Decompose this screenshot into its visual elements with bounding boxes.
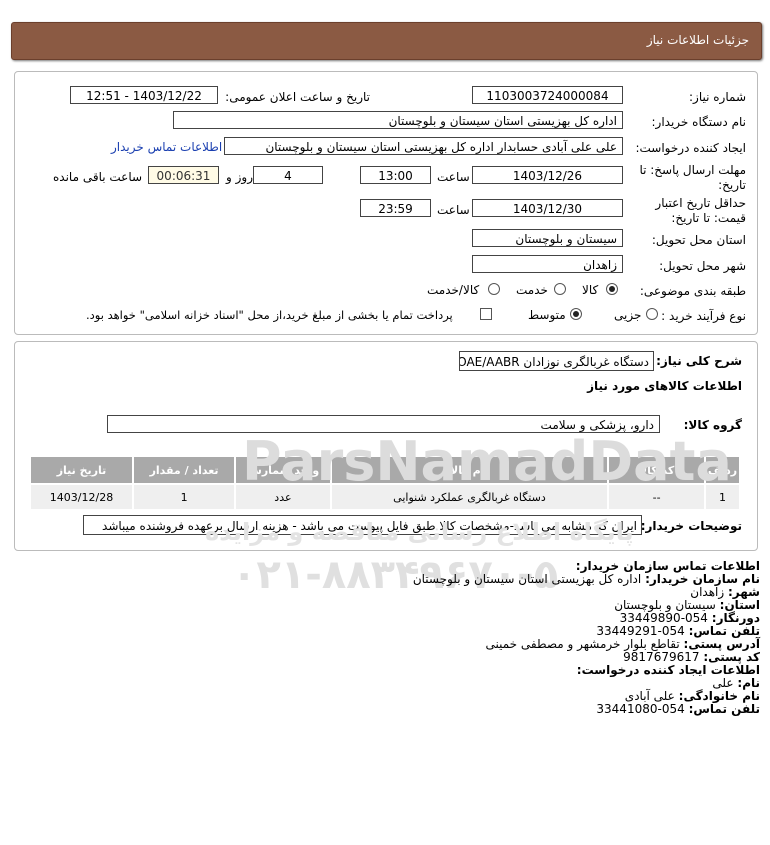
buyer-notes-field: ایران کد مشابه می باشد-مشخصات کالا طبق ف… bbox=[83, 515, 642, 535]
goods-group-field: دارو، پزشکی و سلامت bbox=[107, 415, 660, 433]
cell-unit: عدد bbox=[234, 483, 332, 511]
time-remaining-label: ساعت باقی مانده bbox=[53, 170, 143, 184]
time-remaining-field: 00:06:31 bbox=[148, 166, 219, 184]
general-desc-field: دستگاه غربالگری نوزادان OAE/AABR bbox=[459, 351, 654, 371]
days-remaining-field: 4 bbox=[253, 166, 323, 184]
cell-row: 1 bbox=[704, 483, 741, 511]
need-number-field: 1103003724000084 bbox=[472, 86, 623, 104]
deadline-date-field: 1403/12/26 bbox=[472, 166, 623, 184]
goods-info-title: اطلاعات کالاهای مورد نیاز bbox=[587, 379, 742, 393]
contact-section: اطلاعات تماس سازمان خریدار: نام سازمان خ… bbox=[413, 560, 760, 716]
buyer-notes-label: توضیحات خریدار: bbox=[640, 519, 742, 533]
category-radio-goods-service[interactable] bbox=[488, 283, 500, 295]
goods-table-header: ردیف کد کالا نام کالا واحد شمارش تعداد /… bbox=[28, 455, 741, 485]
page-title: جزئیات اطلاعات نیاز bbox=[646, 33, 749, 47]
general-desc-label: شرح کلی نیاز: bbox=[656, 354, 742, 368]
deadline-label-date: تاریخ: bbox=[718, 178, 746, 192]
announce-field: 1403/12/22 - 12:51 bbox=[70, 86, 218, 104]
city-field: زاهدان bbox=[472, 255, 623, 273]
validity-time-label: ساعت bbox=[437, 203, 470, 217]
buyer-contact-link[interactable]: اطلاعات تماس خریدار bbox=[111, 140, 222, 154]
category-goods-service-label: کالا/خدمت bbox=[427, 283, 480, 297]
buyer-label: نام دستگاه خریدار: bbox=[651, 115, 747, 129]
table-row: 1 -- دستگاه غربالگری عملکرد شنوایی عدد 1… bbox=[28, 483, 741, 511]
category-goods-label: کالا bbox=[582, 283, 599, 297]
treasury-note: پرداخت تمام یا بخشی از مبلغ خرید،از محل … bbox=[86, 308, 453, 322]
col-unit: واحد شمارش bbox=[234, 455, 332, 485]
deadline-time-field: 13:00 bbox=[360, 166, 431, 184]
col-row: ردیف bbox=[704, 455, 741, 485]
city-label: شهر محل تحویل: bbox=[659, 259, 746, 273]
cell-date: 1403/12/28 bbox=[28, 483, 135, 511]
col-code: کد کالا bbox=[607, 455, 707, 485]
process-label: نوع فرآیند خرید : bbox=[661, 309, 746, 323]
process-medium-label: متوسط bbox=[528, 308, 566, 322]
deadline-label: مهلت ارسال پاسخ: تا bbox=[639, 163, 746, 177]
goods-table: ردیف کد کالا نام کالا واحد شمارش تعداد /… bbox=[28, 455, 741, 511]
cell-code: -- bbox=[607, 483, 707, 511]
announce-label: تاریخ و ساعت اعلان عمومی: bbox=[225, 90, 370, 104]
treasury-checkbox[interactable] bbox=[480, 308, 492, 320]
validity-label-date: قیمت: تا تاریخ: bbox=[671, 211, 746, 225]
buyer-field: اداره کل بهزیستی استان سیستان و بلوچستان bbox=[173, 111, 623, 129]
province-label: استان محل تحویل: bbox=[651, 233, 746, 247]
col-qty: تعداد / مقدار bbox=[132, 455, 237, 485]
cell-qty: 1 bbox=[132, 483, 237, 511]
validity-time-field: 23:59 bbox=[360, 199, 431, 217]
col-date: تاریخ نیاز bbox=[28, 455, 135, 485]
creator-field: علی علی آبادی حسابدار اداره کل بهزیستی ا… bbox=[224, 137, 623, 155]
creator-phone: تلفن تماس: 054-33441080 bbox=[596, 702, 760, 716]
deadline-time-label: ساعت bbox=[437, 170, 470, 184]
page-header: جزئیات اطلاعات نیاز bbox=[11, 22, 762, 60]
creator-label: ایجاد کننده درخواست: bbox=[635, 141, 746, 155]
process-radio-medium[interactable] bbox=[570, 308, 582, 320]
validity-date-field: 1403/12/30 bbox=[472, 199, 623, 217]
category-service-label: خدمت bbox=[516, 283, 548, 297]
province-field: سیستان و بلوچستان bbox=[472, 229, 623, 247]
process-minor-label: جزیی bbox=[614, 308, 642, 322]
creator-title: اطلاعات ایجاد کننده درخواست: bbox=[576, 663, 760, 677]
cell-name: دستگاه غربالگری عملکرد شنوایی bbox=[329, 483, 610, 511]
goods-group-label: گروه کالا: bbox=[683, 418, 742, 432]
col-name: نام کالا bbox=[329, 455, 610, 485]
need-number-label: شماره نیاز: bbox=[689, 90, 746, 104]
category-radio-service[interactable] bbox=[554, 283, 566, 295]
category-radio-goods[interactable] bbox=[606, 283, 618, 295]
validity-label: حداقل تاریخ اعتبار bbox=[655, 196, 746, 210]
process-radio-minor[interactable] bbox=[646, 308, 658, 320]
category-label: طبقه بندی موضوعی: bbox=[639, 284, 746, 298]
days-label: روز و bbox=[226, 170, 253, 184]
